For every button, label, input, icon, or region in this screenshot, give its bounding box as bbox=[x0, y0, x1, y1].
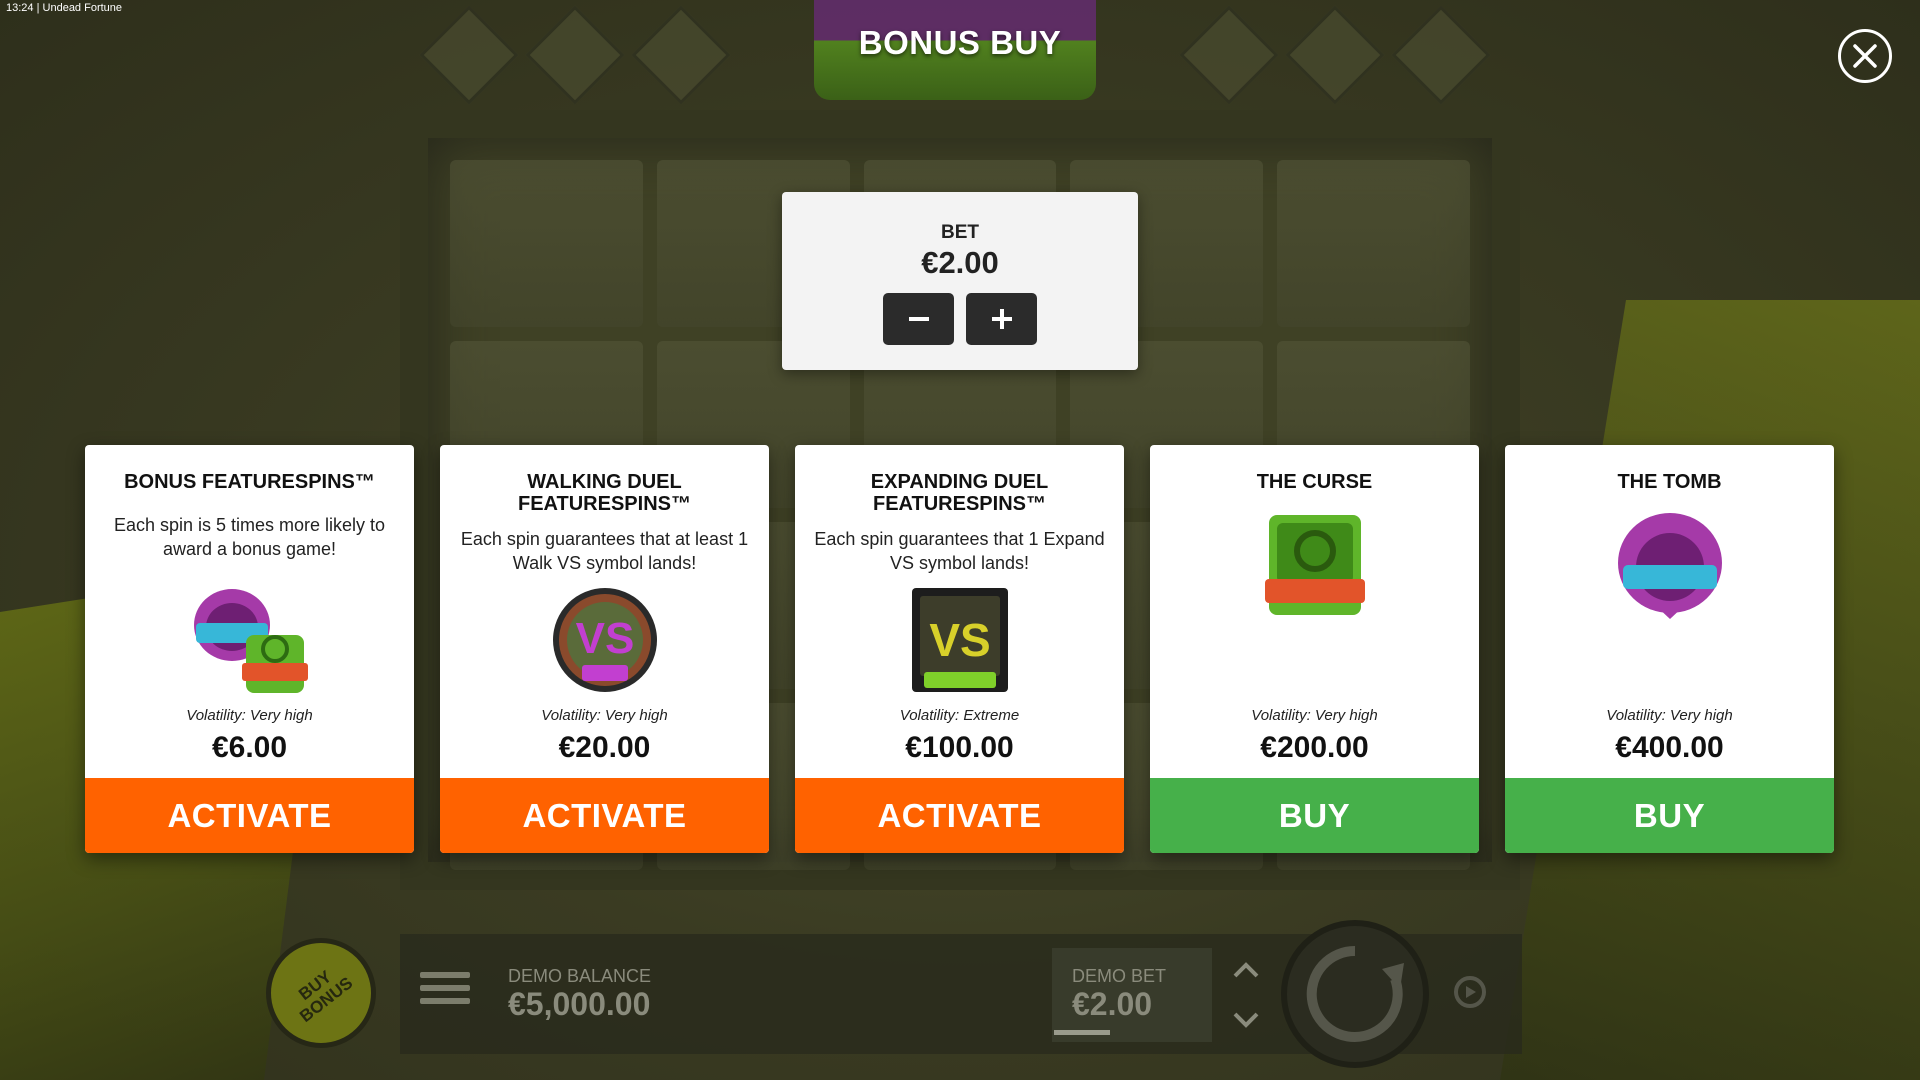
balance-value: €5,000.00 bbox=[508, 986, 651, 1022]
buy-bonus-label: BUY BONUS bbox=[295, 966, 357, 1027]
status-time: 13:24 bbox=[6, 2, 34, 14]
card-price: €200.00 bbox=[1260, 731, 1369, 764]
chevron-up-down-icon[interactable] bbox=[1228, 960, 1264, 1030]
card-title: THE TOMB bbox=[1617, 471, 1722, 493]
bonus-card-walking-duel: WALKING DUEL FEATURESPINS™ Each spin gua… bbox=[440, 445, 769, 853]
expand-vs-symbol-icon: VS bbox=[795, 580, 1124, 700]
curse-symbol-icon bbox=[1150, 505, 1479, 625]
bet-value: €2.00 bbox=[921, 245, 999, 280]
dialog-title: BONUS BUY bbox=[858, 24, 1062, 61]
walk-vs-symbol-icon: VS bbox=[440, 580, 769, 700]
card-price: €6.00 bbox=[211, 731, 288, 764]
chevron-down-icon[interactable] bbox=[1231, 1010, 1261, 1030]
bonus-card-the-curse: THE CURSE Volatility: Very high €200.00 … bbox=[1150, 445, 1479, 853]
reel-cell bbox=[450, 160, 643, 327]
balance-label: DEMO BALANCE bbox=[508, 966, 652, 986]
card-title: WALKING DUEL FEATURESPINS™ bbox=[518, 471, 691, 515]
activate-button[interactable]: ACTIVATE bbox=[85, 778, 414, 853]
card-volatility: Volatility: Very high bbox=[1251, 707, 1378, 724]
plus-icon bbox=[991, 309, 1012, 329]
autoplay-icon bbox=[1454, 976, 1486, 1008]
status-app-title: Undead Fortune bbox=[42, 2, 123, 14]
buy-bonus-button[interactable]: BUY BONUS bbox=[266, 938, 376, 1048]
bet-label: BET bbox=[941, 222, 979, 243]
bet-panel: BET €2.00 bbox=[782, 192, 1138, 370]
bonus-card-featurespins: BONUS FEATURESPINS™ Each spin is 5 times… bbox=[85, 445, 414, 853]
card-title: THE CURSE bbox=[1256, 471, 1373, 493]
tomb-symbol-icon bbox=[1505, 505, 1834, 625]
reel-cell bbox=[1277, 160, 1470, 327]
autoplay-button[interactable] bbox=[1448, 970, 1492, 1014]
spin-arrow-icon bbox=[1306, 945, 1404, 1042]
increase-bet-button[interactable] bbox=[966, 293, 1037, 345]
card-description: Each spin guarantees that 1 Expand VS sy… bbox=[814, 529, 1105, 573]
buy-button[interactable]: BUY bbox=[1505, 778, 1834, 853]
decrease-bet-button[interactable] bbox=[883, 293, 954, 345]
card-volatility: Volatility: Very high bbox=[1606, 707, 1733, 724]
bet-stepper bbox=[782, 293, 1138, 345]
svg-text:VS: VS bbox=[929, 614, 990, 666]
hamburger-menu-icon[interactable] bbox=[420, 972, 470, 1012]
card-volatility: Volatility: Very high bbox=[541, 707, 668, 724]
activate-button[interactable]: ACTIVATE bbox=[795, 778, 1124, 853]
demo-bet-value: €2.00 bbox=[1072, 986, 1153, 1022]
tomb-curse-symbols-icon bbox=[85, 580, 414, 700]
card-title: EXPANDING DUEL FEATURESPINS™ bbox=[870, 471, 1049, 515]
card-volatility: Volatility: Extreme bbox=[899, 707, 1020, 724]
spin-button[interactable] bbox=[1281, 920, 1429, 1068]
card-price: €400.00 bbox=[1615, 731, 1724, 764]
status-bar: 13:24 | Undead Fortune bbox=[6, 2, 122, 14]
demo-bet-indicator bbox=[1054, 1030, 1110, 1035]
close-button[interactable] bbox=[1838, 29, 1892, 83]
close-icon bbox=[1853, 44, 1877, 68]
bonus-card-the-tomb: THE TOMB Volatility: Very high €400.00 B… bbox=[1505, 445, 1834, 853]
card-price: €20.00 bbox=[558, 731, 651, 764]
card-description: Each spin is 5 times more likely to awar… bbox=[113, 515, 386, 559]
activate-button[interactable]: ACTIVATE bbox=[440, 778, 769, 853]
card-volatility: Volatility: Very high bbox=[186, 707, 313, 724]
card-title: BONUS FEATURESPINS™ bbox=[124, 471, 375, 493]
bonus-card-expanding-duel: EXPANDING DUEL FEATURESPINS™ Each spin g… bbox=[795, 445, 1124, 853]
card-description: Each spin guarantees that at least 1 Wal… bbox=[460, 529, 749, 573]
svg-text:VS: VS bbox=[575, 614, 634, 663]
minus-icon bbox=[908, 317, 929, 321]
buy-button[interactable]: BUY bbox=[1150, 778, 1479, 853]
card-price: €100.00 bbox=[905, 731, 1014, 764]
demo-bet-label: DEMO BET bbox=[1072, 966, 1167, 986]
chevron-up-icon[interactable] bbox=[1231, 960, 1261, 980]
